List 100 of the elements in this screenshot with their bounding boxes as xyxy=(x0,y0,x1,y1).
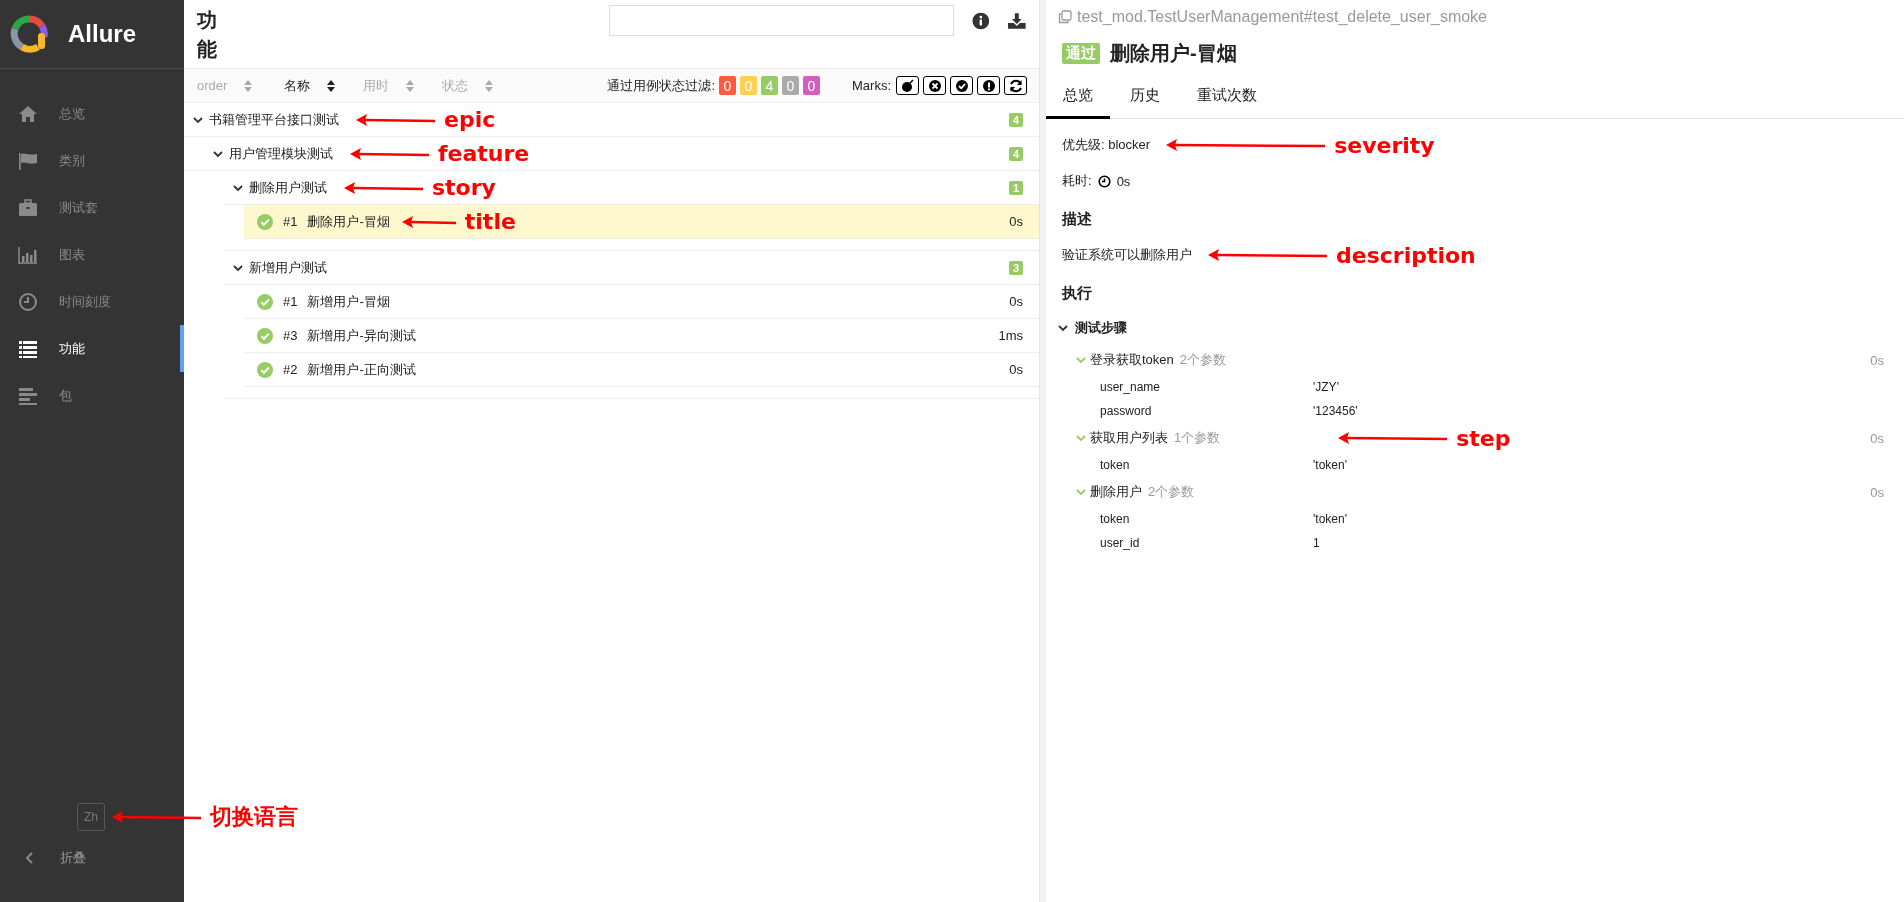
test-row[interactable]: #1 删除用户-冒烟 title 0s xyxy=(244,205,1039,239)
test-order: #1 xyxy=(283,294,298,309)
mark-toggle[interactable] xyxy=(950,76,973,95)
param-name: password xyxy=(1100,404,1153,418)
annotation-label: description xyxy=(1336,242,1476,268)
search-field[interactable] xyxy=(608,5,954,36)
check-circle-icon xyxy=(257,327,273,344)
test-duration: 1ms xyxy=(998,328,1023,343)
sort-icon xyxy=(485,79,494,92)
section-heading: 执行 xyxy=(1062,282,1093,303)
mark-toggle[interactable] xyxy=(977,76,1000,95)
mark-toggle[interactable] xyxy=(896,76,919,95)
severity-text: 优先级: blocker xyxy=(1062,136,1151,154)
param-count: 2个参数 xyxy=(1179,351,1227,369)
step-duration: 0s xyxy=(1870,484,1884,500)
duration-value: 0s xyxy=(1116,173,1131,189)
param-name: token xyxy=(1100,458,1131,472)
nav-item[interactable]: 类别 xyxy=(0,137,184,184)
step-row[interactable]: 获取用户列表 1个参数 step 0s xyxy=(1062,423,1904,453)
check-circle-icon xyxy=(257,361,273,378)
step-duration: 0s xyxy=(1870,352,1884,368)
count-badge: 4 xyxy=(1008,112,1023,127)
annotation-label: 切换语言 xyxy=(210,803,298,831)
param-name: token xyxy=(1100,512,1131,526)
annotation-label: severity xyxy=(1334,132,1435,158)
copy-icon xyxy=(1058,10,1072,24)
brand-name: Allure xyxy=(68,20,136,48)
section-heading: 描述 xyxy=(1062,208,1093,229)
collapse-button[interactable]: 折叠 xyxy=(0,838,184,878)
param-value: 'token' xyxy=(1313,512,1347,526)
nav-item[interactable]: 时间刻度 xyxy=(0,278,184,325)
mark-toggle[interactable] xyxy=(1004,76,1027,95)
download-icon xyxy=(1007,12,1027,30)
annotation-label: step xyxy=(1456,425,1511,451)
step-name: 删除用户 xyxy=(1090,483,1142,501)
param-count: 2个参数 xyxy=(1148,483,1195,501)
clock-icon xyxy=(1097,174,1111,188)
exclamation-icon xyxy=(980,77,997,94)
chevron-down-icon xyxy=(1057,322,1069,334)
check-circle-icon xyxy=(257,293,273,310)
nav-item[interactable]: 总览 xyxy=(0,90,184,137)
annotation-label: epic xyxy=(444,107,496,132)
lines-icon xyxy=(18,385,38,406)
flag-icon xyxy=(18,150,38,171)
tree-node[interactable]: 新增用户测试 3 xyxy=(224,251,1039,285)
chevron-down-icon xyxy=(1075,354,1087,366)
sort-icon xyxy=(327,79,336,92)
param-value: 'token' xyxy=(1313,458,1347,472)
steps-toggle[interactable]: 测试步骤 xyxy=(1057,311,1888,345)
param-name: user_name xyxy=(1100,380,1162,394)
count-badge: 3 xyxy=(1008,260,1023,275)
test-duration: 0s xyxy=(1009,362,1023,377)
test-title: 删除用户-冒烟 xyxy=(1110,41,1237,66)
step-row[interactable]: 登录获取token 2个参数 0s xyxy=(1062,345,1904,375)
tab[interactable]: 总览 xyxy=(1046,77,1110,119)
annotation-label: story xyxy=(432,175,496,200)
annotation-label: feature xyxy=(438,141,530,166)
test-order: #2 xyxy=(283,362,298,377)
param-value: '123456' xyxy=(1313,404,1358,418)
tab[interactable]: 历史 xyxy=(1113,77,1177,119)
test-row[interactable]: #3 新增用户-异向测试 1ms xyxy=(244,319,1039,353)
step-row[interactable]: 删除用户 2个参数 0s xyxy=(1062,477,1904,507)
nav-item[interactable]: 功能 xyxy=(0,325,184,372)
test-order: #3 xyxy=(283,328,298,343)
param-count: 1个参数 xyxy=(1174,429,1221,447)
info-icon xyxy=(971,12,990,30)
test-order: #1 xyxy=(283,214,298,229)
step-name: 登录获取token xyxy=(1090,351,1174,369)
test-row[interactable]: #2 新增用户-正向测试 0s xyxy=(244,353,1039,387)
tree-node[interactable]: 书籍管理平台接口测试 epic 4 xyxy=(184,103,1039,137)
sort-icon xyxy=(244,79,253,92)
step-name: 获取用户列表 xyxy=(1090,429,1168,447)
logo-icon xyxy=(10,15,48,53)
tab[interactable]: 重试次数 xyxy=(1180,77,1274,119)
house-icon xyxy=(18,103,38,124)
bar-chart-icon xyxy=(18,244,38,265)
test-duration: 0s xyxy=(1009,214,1023,229)
sort-column[interactable]: 名称 xyxy=(284,76,336,95)
step-duration: 0s xyxy=(1870,430,1884,446)
param-name: user_id xyxy=(1100,536,1141,550)
tree-node[interactable]: 用户管理模块测试 feature 4 xyxy=(184,137,1039,171)
nav-item[interactable]: 图表 xyxy=(0,231,184,278)
mark-toggle[interactable] xyxy=(923,76,946,95)
briefcase-icon xyxy=(18,197,38,218)
duration-label: 耗时: xyxy=(1062,172,1092,190)
test-name: 新增用户-异向测试 xyxy=(307,326,416,345)
param-value: 1 xyxy=(1313,536,1320,550)
refresh-icon xyxy=(1007,77,1024,94)
annotation-arrow xyxy=(401,214,457,229)
test-name: 新增用户-正向测试 xyxy=(307,360,416,379)
list-icon xyxy=(18,338,38,359)
nav-item[interactable]: 包 xyxy=(0,372,184,419)
test-duration: 0s xyxy=(1009,294,1023,309)
test-name: 删除用户-冒烟 xyxy=(307,212,390,231)
page-title: 功能 xyxy=(197,8,218,62)
nav-item[interactable]: 测试套 xyxy=(0,184,184,231)
test-full-name: test_mod.TestUserManagement#test_delete_user_smoke xyxy=(1077,8,1487,26)
test-row[interactable]: #1 新增用户-冒烟 0s xyxy=(244,285,1039,319)
status-label: 通过 xyxy=(1062,43,1100,64)
clock-icon xyxy=(18,291,38,312)
